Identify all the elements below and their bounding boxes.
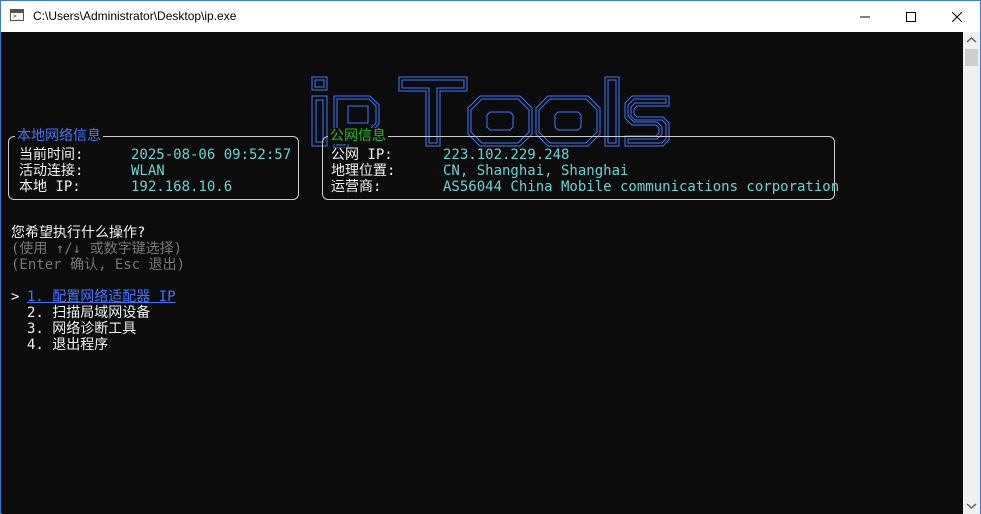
prompt-question: 您希望执行什么操作?	[11, 225, 146, 241]
public-network-panel: 公网信息 公网 IP: 223.102.229.248 地理位置: CN, Sh…	[322, 128, 839, 200]
isp-value: AS56044 China Mobile communications corp…	[443, 179, 840, 195]
menu-item-diagnostics[interactable]: 3. 网络诊断工具	[27, 321, 136, 337]
menu-item-exit[interactable]: 4. 退出程序	[27, 337, 108, 353]
isp-label: 运营商:	[331, 179, 382, 195]
current-time-value: 2025-08-06 09:52:57	[131, 147, 292, 163]
location-label: 地理位置:	[331, 163, 396, 179]
close-icon	[952, 11, 962, 22]
window-title: C:\Users\Administrator\Desktop\ip.exe	[33, 9, 237, 23]
console-window: >_ C:\Users\Administrator\Desktop\ip.exe	[0, 0, 981, 514]
menu-cursor: >	[11, 289, 20, 305]
location-value: CN, Shanghai, Shanghai	[443, 163, 629, 179]
scroll-thumb[interactable]	[965, 49, 978, 66]
menu-item-configure-adapter[interactable]: 1. 配置网络适配器 IP	[27, 289, 176, 305]
console-app-icon: >_	[10, 9, 24, 21]
scroll-up-icon[interactable]	[963, 35, 980, 45]
maximize-icon	[906, 11, 916, 22]
minimize-icon	[860, 16, 870, 17]
scroll-down-icon[interactable]	[963, 501, 980, 511]
prompt-hint-navigation: (使用 ↑/↓ 或数字键选择)	[11, 241, 183, 257]
prompt-hint-confirm: (Enter 确认, Esc 退出)	[11, 257, 186, 273]
vertical-scrollbar[interactable]	[963, 32, 980, 514]
local-ip-value: 192.168.10.6	[131, 179, 233, 195]
public-network-legend: 公网信息	[328, 128, 388, 144]
local-network-panel: 本地网络信息 当前时间: 2025-08-06 09:52:57 活动连接: W…	[8, 128, 299, 200]
console-output[interactable]: 本地网络信息 当前时间: 2025-08-06 09:52:57 活动连接: W…	[2, 32, 963, 514]
menu-item-scan-lan[interactable]: 2. 扫描局域网设备	[27, 305, 150, 321]
minimize-button[interactable]	[842, 1, 888, 32]
active-connection-value: WLAN	[131, 163, 165, 179]
public-ip-value: 223.102.229.248	[443, 147, 570, 163]
title-bar[interactable]: >_ C:\Users\Administrator\Desktop\ip.exe	[1, 1, 980, 32]
close-button[interactable]	[934, 1, 980, 32]
local-network-legend: 本地网络信息	[15, 128, 103, 144]
local-ip-label: 本地 IP:	[19, 179, 81, 195]
maximize-button[interactable]	[888, 1, 934, 32]
current-time-label: 当前时间:	[19, 147, 84, 163]
active-connection-label: 活动连接:	[19, 163, 84, 179]
public-ip-label: 公网 IP:	[331, 147, 393, 163]
